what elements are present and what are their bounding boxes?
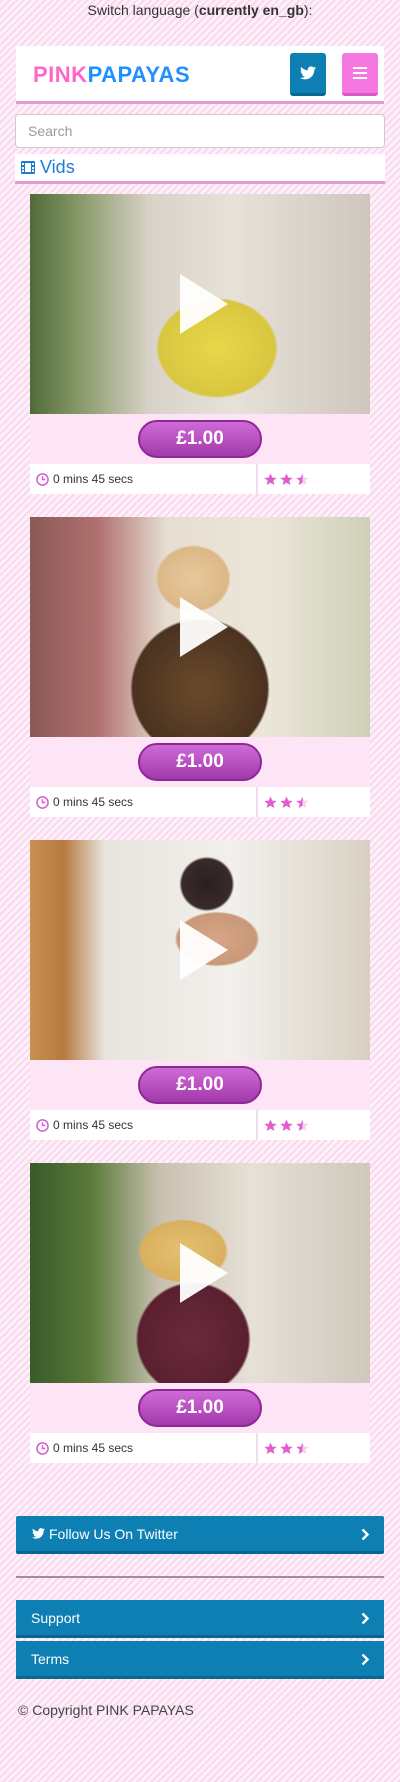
video-card: £1.00 0 mins 45 secs (30, 194, 370, 494)
price-button[interactable]: £1.00 (138, 420, 262, 458)
video-thumbnail[interactable] (30, 194, 370, 414)
play-icon (180, 1243, 228, 1303)
section-title: Vids (40, 157, 75, 177)
play-icon (180, 920, 228, 980)
star-rating (258, 1433, 370, 1463)
support-link[interactable]: Support (16, 1600, 384, 1638)
clock-icon (36, 472, 49, 486)
price-button[interactable]: £1.00 (138, 1389, 262, 1427)
language-prefix: Switch language ( (87, 2, 199, 18)
chevron-right-icon (361, 1612, 370, 1625)
language-switcher[interactable]: Switch language (currently en_gb): (0, 0, 400, 22)
video-duration: 0 mins 45 secs (53, 795, 134, 809)
video-thumbnail[interactable] (30, 1163, 370, 1383)
chevron-right-icon (361, 1528, 370, 1541)
play-icon (180, 274, 228, 334)
star-rating (258, 787, 370, 817)
video-thumbnail[interactable] (30, 840, 370, 1060)
play-icon (180, 597, 228, 657)
follow-label: Follow Us On Twitter (49, 1525, 178, 1542)
price-button[interactable]: £1.00 (138, 743, 262, 781)
support-label: Support (31, 1609, 81, 1626)
clock-icon (36, 795, 49, 809)
site-logo[interactable]: PINKPAPAYAS (33, 62, 190, 88)
twitter-button[interactable] (290, 53, 326, 96)
language-suffix: ): (303, 2, 313, 18)
price-button[interactable]: £1.00 (138, 1066, 262, 1104)
hamburger-icon (353, 67, 367, 79)
stars-icon (264, 796, 309, 808)
stars-icon (264, 1442, 309, 1454)
star-rating (258, 464, 370, 494)
stars-icon (264, 1119, 309, 1131)
clock-icon (36, 1118, 49, 1132)
video-duration: 0 mins 45 secs (53, 1441, 134, 1455)
film-icon (21, 161, 35, 174)
logo-text-blue: PAPAYAS (87, 62, 191, 87)
menu-button[interactable] (342, 53, 378, 96)
site-header: PINKPAPAYAS (16, 46, 384, 104)
logo-text-pink: PINK (33, 62, 88, 87)
video-duration: 0 mins 45 secs (53, 472, 134, 486)
footer-divider (16, 1576, 384, 1578)
star-rating (258, 1110, 370, 1140)
vids-section-header: Vids (15, 154, 385, 184)
stars-icon (264, 473, 309, 485)
chevron-right-icon (361, 1653, 370, 1666)
clock-icon (36, 1441, 49, 1455)
video-thumbnail[interactable] (30, 517, 370, 737)
video-card: £1.00 0 mins 45 secs (30, 840, 370, 1140)
search-input[interactable] (15, 114, 385, 148)
video-duration: 0 mins 45 secs (53, 1118, 134, 1132)
follow-twitter-button[interactable]: Follow Us On Twitter (16, 1516, 384, 1554)
terms-link[interactable]: Terms (16, 1641, 384, 1679)
copyright-text: © Copyright PINK PAPAYAS (18, 1702, 194, 1718)
current-language: currently en_gb (198, 2, 304, 18)
terms-label: Terms (31, 1650, 70, 1667)
twitter-icon (32, 1528, 45, 1539)
video-card: £1.00 0 mins 45 secs (30, 517, 370, 817)
twitter-icon (300, 66, 316, 80)
video-card: £1.00 0 mins 45 secs (30, 1163, 370, 1463)
